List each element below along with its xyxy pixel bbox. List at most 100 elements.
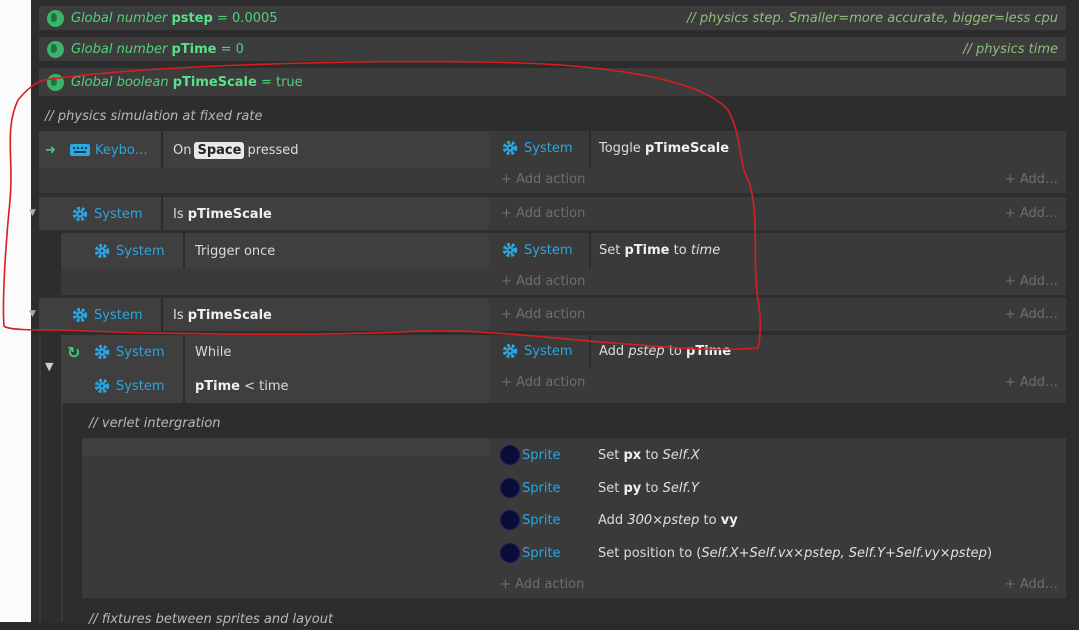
subevent-sprite-verlet[interactable]: Sprite Set px to Self.X Sprite Set py to…: [82, 438, 1066, 598]
action-set-position[interactable]: Set position to (Self.X+Self.vx×pstep, S…: [598, 542, 992, 564]
add-action-button[interactable]: + Add action: [501, 169, 585, 189]
action-sprite-object[interactable]: Sprite: [500, 509, 561, 531]
act-var: vy: [720, 512, 738, 528]
action-set-py[interactable]: Set py to Self.Y: [598, 477, 699, 499]
gear-icon: [94, 378, 110, 394]
act-text: ): [986, 545, 993, 561]
comment-physics[interactable]: // physics simulation at fixed rate: [45, 104, 263, 128]
cond-text: < time: [244, 378, 289, 394]
loop-icon: ↻: [67, 342, 81, 362]
key-name: Space: [194, 141, 245, 159]
event-is-ptimescale[interactable]: System Is pTimeScale + Add action + Add…: [39, 197, 1066, 230]
object-name: System: [94, 307, 143, 323]
var-comment: // physics time: [963, 41, 1058, 57]
global-var-pstep[interactable]: Global number pstep = 0.0005 // physics …: [39, 6, 1066, 30]
condition-is-ptimescale[interactable]: Is pTimeScale: [173, 304, 272, 326]
var-value: = 0.0005: [217, 10, 278, 26]
act-text: Set: [598, 480, 620, 496]
var-value: = 0: [220, 41, 244, 57]
object-name: Sprite: [522, 447, 561, 463]
act-text: to: [645, 480, 659, 496]
act-value: Self.X: [662, 447, 700, 463]
indent-guide: [39, 335, 41, 622]
act-text: to: [668, 343, 682, 359]
left-margin: [0, 0, 31, 622]
act-text: Set position to (: [598, 545, 702, 561]
cond-var: pTimeScale: [187, 206, 272, 222]
condition-system-object[interactable]: System: [71, 304, 142, 326]
action-set-px[interactable]: Set px to Self.X: [598, 444, 700, 466]
var-name: pstep: [171, 10, 213, 26]
condition-system-object[interactable]: System: [93, 375, 164, 397]
act-var: pTime: [624, 242, 670, 258]
event-conditions: [82, 438, 489, 456]
comment-fixtures[interactable]: // fixtures between sprites and layout: [89, 608, 333, 630]
gear-icon: [72, 206, 88, 222]
add-action-button[interactable]: + Add action: [501, 304, 585, 324]
add-action-button[interactable]: + Add action: [501, 271, 585, 291]
action-system-object[interactable]: System: [501, 137, 572, 159]
action-sprite-object[interactable]: Sprite: [500, 542, 561, 564]
var-comment: // physics step. Smaller=more accurate, …: [686, 10, 1058, 26]
var-value: = true: [260, 74, 303, 90]
act-value: 300×pstep: [627, 512, 700, 528]
add-more-button[interactable]: + Add…: [1005, 169, 1058, 189]
action-add-vy[interactable]: Add 300×pstep to vy: [598, 509, 738, 531]
action-sprite-object[interactable]: Sprite: [500, 444, 561, 466]
add-action-button[interactable]: + Add action: [500, 574, 584, 594]
condition-system-object[interactable]: System: [93, 341, 164, 363]
act-text: to: [703, 512, 717, 528]
condition-ptime-less-time[interactable]: pTime < time: [195, 375, 289, 397]
add-action-button[interactable]: + Add action: [501, 372, 585, 392]
cond-text: On: [173, 142, 192, 158]
add-more-button[interactable]: + Add…: [1005, 372, 1058, 392]
object-name: System: [524, 343, 573, 359]
condition-on-key-pressed[interactable]: On Space pressed: [173, 139, 299, 161]
keyboard-object[interactable]: Keybo…: [69, 139, 148, 161]
condition-is-ptimescale[interactable]: Is pTimeScale: [173, 203, 272, 225]
action-sprite-object[interactable]: Sprite: [500, 477, 561, 499]
keyboard-icon: [70, 144, 90, 156]
global-var-ptimescale[interactable]: Global boolean pTimeScale = true: [39, 68, 1066, 96]
add-more-button[interactable]: + Add…: [1005, 203, 1058, 223]
sprite-icon: [500, 445, 520, 465]
act-text: Set: [599, 242, 621, 258]
act-var: pTimeScale: [644, 140, 730, 156]
comment-text: // fixtures between sprites and layout: [89, 611, 334, 627]
cond-text: Is: [173, 307, 184, 323]
collapse-arrow-icon[interactable]: ▼: [29, 208, 36, 218]
condition-system-object[interactable]: System: [93, 240, 164, 262]
global-var-ptime[interactable]: Global number pTime = 0 // physics time: [39, 37, 1066, 61]
add-more-button[interactable]: + Add…: [1005, 304, 1058, 324]
gear-icon: [502, 343, 518, 359]
condition-trigger-once[interactable]: Trigger once: [195, 240, 275, 262]
action-toggle-ptimescale[interactable]: Toggle pTimeScale: [599, 137, 729, 159]
object-name: Sprite: [522, 480, 561, 496]
action-system-object[interactable]: System: [501, 340, 572, 362]
act-text: Set: [598, 447, 620, 463]
gear-icon: [94, 243, 110, 259]
condition-system-object[interactable]: System: [71, 203, 142, 225]
add-action-button[interactable]: + Add action: [501, 203, 585, 223]
add-more-button[interactable]: + Add…: [1005, 574, 1058, 594]
cond-var: pTimeScale: [187, 307, 272, 323]
add-more-button[interactable]: + Add…: [1005, 271, 1058, 291]
subevent-while[interactable]: ↻ System System While pTime < time Syste…: [61, 335, 1066, 403]
condition-while[interactable]: While: [195, 341, 231, 363]
event-is-ptimescale-2[interactable]: System Is pTimeScale + Add action + Add…: [39, 298, 1066, 331]
action-system-object[interactable]: System: [501, 239, 572, 261]
subevent-trigger-once[interactable]: System Trigger once System Set pTime to …: [61, 233, 1066, 295]
cond-text: pressed: [247, 142, 299, 158]
var-kind: Global number: [71, 41, 168, 57]
act-var: pTime: [686, 343, 732, 359]
collapse-arrow-icon[interactable]: ▼: [29, 309, 36, 319]
action-add-pstep[interactable]: Add pstep to pTime: [599, 340, 731, 362]
event-keyboard-space[interactable]: ➜ Keybo… On Space pressed System Toggle pT…: [39, 131, 1066, 193]
collapse-arrow-icon[interactable]: ▼: [45, 360, 53, 373]
object-name: Keybo…: [95, 142, 148, 158]
sprite-icon: [500, 478, 520, 498]
action-set-ptime[interactable]: Set pTime to time: [599, 239, 720, 261]
event-sheet[interactable]: Global number pstep = 0.0005 // physics …: [29, 0, 1079, 627]
comment-verlet[interactable]: // verlet intergration: [89, 412, 221, 434]
act-var: py: [623, 480, 642, 496]
